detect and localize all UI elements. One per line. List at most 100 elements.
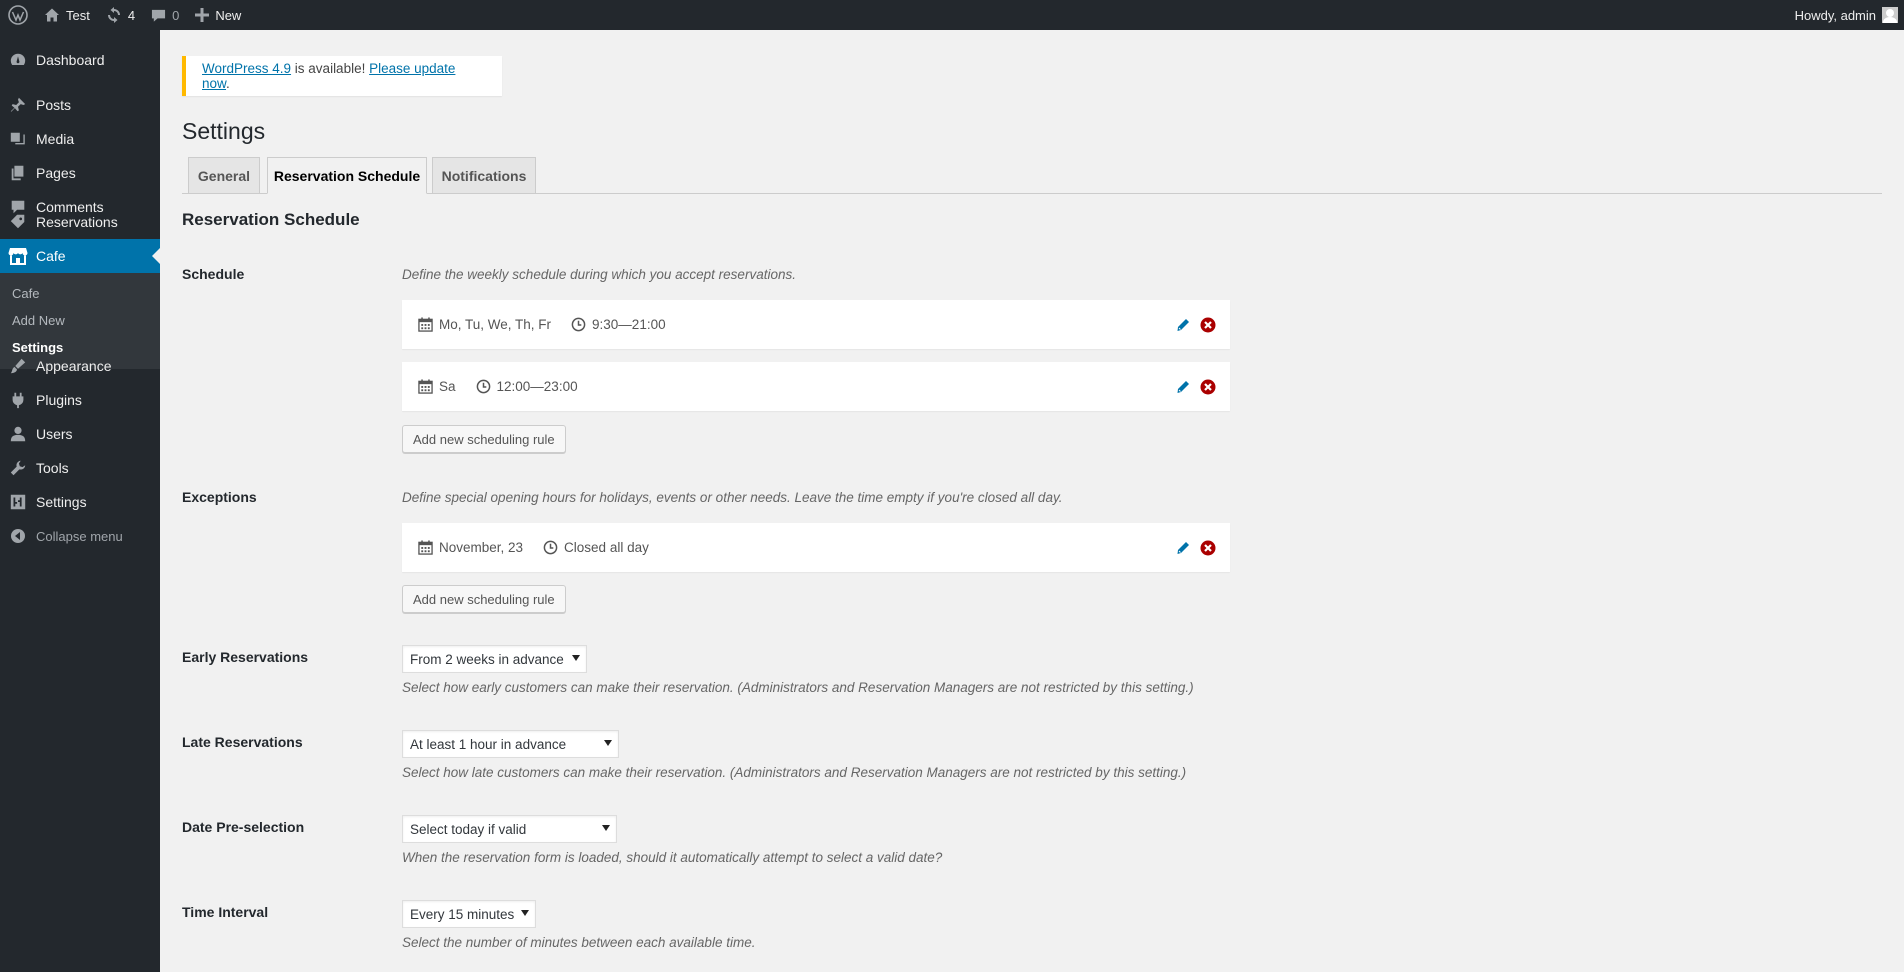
sidebar-item-settings[interactable]: Settings bbox=[0, 485, 160, 519]
edit-pencil-icon[interactable] bbox=[1176, 541, 1190, 555]
sidebar-item-label: Users bbox=[36, 426, 73, 442]
new-content-menu[interactable]: New bbox=[187, 0, 249, 30]
dashboard-icon bbox=[0, 51, 36, 69]
schedule-rule: Sa 12:00—23:00 bbox=[402, 362, 1230, 411]
sidebar-item-tools[interactable]: Tools bbox=[0, 451, 160, 485]
sidebar-item-label: Appearance bbox=[36, 358, 112, 374]
sidebar-item-reservations[interactable]: Reservations bbox=[0, 205, 160, 239]
select-value: From 2 weeks in advance bbox=[410, 651, 564, 667]
tab-reservation-schedule[interactable]: Reservation Schedule bbox=[267, 157, 427, 194]
sidebar-item-posts[interactable]: Posts bbox=[0, 88, 160, 122]
users-icon bbox=[0, 425, 36, 443]
rule-days[interactable]: Mo, Tu, We, Th, Fr bbox=[439, 317, 551, 332]
comments-count: 0 bbox=[172, 7, 180, 23]
exceptions-label: Exceptions bbox=[182, 489, 257, 505]
store-icon bbox=[0, 247, 36, 265]
settings-sliders-icon bbox=[0, 493, 36, 511]
notice-text: is available! bbox=[291, 61, 370, 76]
sidebar-item-media[interactable]: Media bbox=[0, 122, 160, 156]
rule-time[interactable]: 9:30—21:00 bbox=[592, 317, 666, 332]
date-preselection-select[interactable]: Select today if valid bbox=[402, 815, 617, 843]
sidebar-item-dashboard[interactable]: Dashboard bbox=[0, 43, 160, 77]
sidebar-item-label: Posts bbox=[36, 97, 72, 113]
exception-rule: November, 23 Closed all day bbox=[402, 523, 1230, 572]
delete-icon[interactable] bbox=[1200, 540, 1216, 556]
wrench-icon bbox=[0, 459, 36, 477]
calendar-icon bbox=[418, 540, 433, 555]
rule-days[interactable]: Sa bbox=[439, 379, 456, 394]
clock-icon bbox=[543, 540, 558, 555]
update-notice: WordPress 4.9 is available! Please updat… bbox=[182, 56, 502, 96]
select-value: Select today if valid bbox=[410, 821, 527, 837]
dropdown-arrow-icon bbox=[604, 740, 612, 746]
dropdown-arrow-icon bbox=[572, 655, 580, 661]
time-interval-select[interactable]: Every 15 minutes bbox=[402, 900, 536, 928]
late-reservations-select[interactable]: At least 1 hour in advance bbox=[402, 730, 619, 758]
sidebar-item-label: Settings bbox=[36, 494, 87, 510]
greeting: Howdy, admin bbox=[1794, 7, 1876, 23]
early-reservations-label: Early Reservations bbox=[182, 649, 309, 665]
avatar bbox=[1882, 7, 1898, 23]
sidebar-item-appearance[interactable]: Appearance bbox=[0, 349, 160, 383]
clock-icon bbox=[571, 317, 586, 332]
select-value: Every 15 minutes bbox=[410, 906, 515, 922]
site-name-menu[interactable]: Test bbox=[36, 0, 98, 30]
wordpress-version-link[interactable]: WordPress 4.9 bbox=[202, 61, 291, 76]
dropdown-arrow-icon bbox=[521, 910, 529, 916]
paintbrush-icon bbox=[0, 357, 36, 375]
date-preselection-label: Date Pre-selection bbox=[182, 819, 305, 835]
wordpress-logo-icon[interactable] bbox=[0, 0, 36, 30]
pages-icon bbox=[0, 164, 36, 182]
settings-tabs: General Reservation Schedule Notificatio… bbox=[182, 157, 1882, 194]
time-interval-description: Select the number of minutes between eac… bbox=[402, 935, 756, 950]
sidebar-item-pages[interactable]: Pages bbox=[0, 156, 160, 190]
time-interval-label: Time Interval bbox=[182, 904, 269, 920]
sidebar-item-label: Dashboard bbox=[36, 52, 105, 68]
calendar-icon bbox=[418, 317, 433, 332]
sidebar-item-label: Tools bbox=[36, 460, 69, 476]
edit-pencil-icon[interactable] bbox=[1176, 380, 1190, 394]
updates-menu[interactable]: 4 bbox=[98, 0, 143, 30]
sidebar-item-plugins[interactable]: Plugins bbox=[0, 383, 160, 417]
schedule-description: Define the weekly schedule during which … bbox=[402, 267, 796, 282]
sidebar-item-label: Cafe bbox=[36, 248, 66, 264]
sidebar-item-label: Media bbox=[36, 131, 75, 147]
add-exception-rule-button[interactable]: Add new scheduling rule bbox=[402, 585, 566, 613]
tab-general[interactable]: General bbox=[188, 157, 260, 194]
section-title: Reservation Schedule bbox=[182, 210, 360, 229]
date-preselection-description: When the reservation form is loaded, sho… bbox=[402, 850, 943, 865]
media-icon bbox=[0, 130, 36, 148]
admin-sidebar: Dashboard Posts Media Pages Comments Res… bbox=[0, 30, 160, 972]
schedule-rule: Mo, Tu, We, Th, Fr 9:30—21:00 bbox=[402, 300, 1230, 349]
late-reservations-description: Select how late customers can make their… bbox=[402, 765, 1187, 780]
plugin-icon bbox=[0, 391, 36, 409]
collapse-menu-button[interactable]: Collapse menu bbox=[0, 519, 160, 553]
calendar-icon bbox=[418, 379, 433, 394]
add-schedule-rule-button[interactable]: Add new scheduling rule bbox=[402, 425, 566, 453]
sidebar-item-label: Collapse menu bbox=[36, 528, 123, 544]
rule-time[interactable]: 12:00—23:00 bbox=[497, 379, 578, 394]
clock-icon bbox=[476, 379, 491, 394]
tab-notifications[interactable]: Notifications bbox=[432, 157, 536, 194]
collapse-arrow-icon bbox=[0, 528, 36, 544]
exception-date[interactable]: November, 23 bbox=[439, 540, 523, 555]
notice-end: . bbox=[226, 76, 230, 91]
sidebar-item-users[interactable]: Users bbox=[0, 417, 160, 451]
dropdown-arrow-icon bbox=[602, 825, 610, 831]
pushpin-icon bbox=[0, 96, 36, 114]
exception-time[interactable]: Closed all day bbox=[564, 540, 649, 555]
my-account-menu[interactable]: Howdy, admin bbox=[1787, 0, 1904, 30]
comment-icon bbox=[151, 8, 166, 23]
submenu-item-cafe[interactable]: Cafe bbox=[0, 280, 160, 307]
sidebar-item-cafe[interactable]: Cafe bbox=[0, 239, 160, 273]
delete-icon[interactable] bbox=[1200, 379, 1216, 395]
comments-menu[interactable]: 0 bbox=[143, 0, 187, 30]
early-reservations-select[interactable]: From 2 weeks in advance bbox=[402, 645, 587, 673]
select-value: At least 1 hour in advance bbox=[410, 736, 567, 752]
edit-pencil-icon[interactable] bbox=[1176, 318, 1190, 332]
delete-icon[interactable] bbox=[1200, 317, 1216, 333]
home-icon bbox=[44, 7, 60, 23]
sidebar-item-label: Plugins bbox=[36, 392, 82, 408]
updates-icon bbox=[106, 7, 122, 23]
submenu-item-add-new[interactable]: Add New bbox=[0, 307, 160, 334]
